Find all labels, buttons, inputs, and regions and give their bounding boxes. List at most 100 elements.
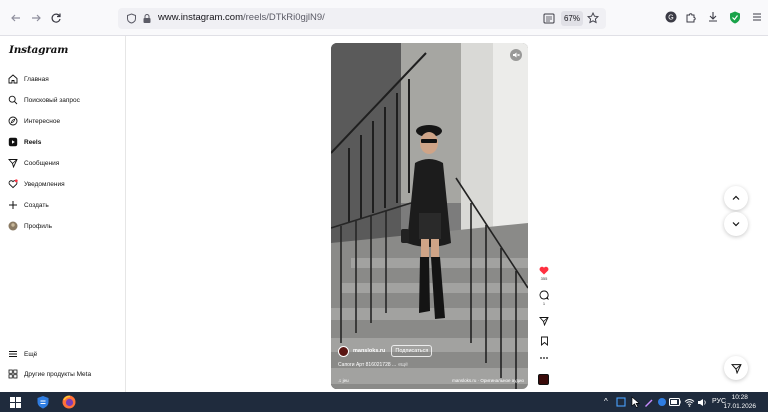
compass-icon bbox=[8, 116, 18, 126]
caption-more-link[interactable]: ещё bbox=[398, 362, 408, 368]
instagram-logo[interactable]: Instagram bbox=[9, 44, 68, 56]
clock-time: 10:28 bbox=[731, 394, 748, 401]
url-path: /reels/DTkRi0gjlN9/ bbox=[243, 12, 325, 23]
sidebar-item-create[interactable]: Создать bbox=[8, 198, 49, 212]
downloads-icon[interactable] bbox=[706, 10, 720, 24]
url-text[interactable]: www.instagram.com/reels/DTkRi0gjlN9/ bbox=[158, 12, 325, 23]
app-shield-icon[interactable] bbox=[36, 395, 50, 409]
lock-icon[interactable] bbox=[142, 13, 152, 24]
audio-left-label: jeu bbox=[342, 378, 349, 383]
wifi-icon[interactable] bbox=[682, 395, 696, 409]
forward-button[interactable] bbox=[28, 10, 44, 26]
mute-button[interactable] bbox=[510, 49, 522, 61]
sidebar-item-reels[interactable]: Reels bbox=[8, 135, 41, 149]
system-clock[interactable]: 10:28 17.01.2026 bbox=[723, 393, 756, 411]
reel-caption: Сапоги Арт 816021728 ... ещё bbox=[338, 362, 408, 368]
url-domain: www.instagram.com bbox=[158, 12, 243, 23]
like-button[interactable]: 355 bbox=[537, 266, 551, 281]
adblock-shield-icon[interactable] bbox=[728, 10, 742, 24]
messages-icon bbox=[8, 158, 18, 168]
heart-filled-icon bbox=[539, 266, 549, 275]
volume-icon[interactable] bbox=[695, 395, 709, 409]
share-icon bbox=[539, 317, 549, 326]
app-menu-icon[interactable] bbox=[750, 10, 764, 24]
reel-author: mansloks.ru Подписаться bbox=[338, 345, 433, 357]
back-arrow-icon bbox=[11, 14, 20, 22]
chevron-up-icon bbox=[732, 195, 740, 200]
account-icon[interactable]: G bbox=[664, 10, 678, 24]
forward-arrow-icon bbox=[32, 14, 41, 22]
svg-text:G: G bbox=[668, 15, 673, 22]
subscribe-button[interactable]: Подписаться bbox=[391, 345, 433, 357]
audio-thumbnail[interactable] bbox=[538, 374, 549, 385]
plus-icon bbox=[8, 200, 18, 210]
share-button[interactable] bbox=[537, 316, 551, 326]
tray-overflow-icon[interactable]: ^ bbox=[604, 397, 608, 406]
extensions-puzzle-icon[interactable] bbox=[684, 10, 698, 24]
reload-button[interactable] bbox=[48, 10, 64, 26]
heart-icon bbox=[8, 179, 18, 189]
reels-icon bbox=[8, 137, 18, 147]
sidebar-item-home[interactable]: Главная bbox=[8, 72, 49, 86]
sidebar-item-meta-products[interactable]: Другие продукты Meta bbox=[8, 367, 91, 381]
bookmark-star-icon[interactable] bbox=[587, 12, 599, 24]
grid-icon bbox=[8, 369, 18, 379]
audio-info: ♫ jeu mansloks.ru · Оригинальное аудио bbox=[338, 378, 524, 383]
send-icon bbox=[730, 363, 742, 374]
profile-avatar bbox=[8, 221, 18, 231]
sidebar-item-label: Создать bbox=[24, 201, 49, 209]
shield-icon[interactable] bbox=[126, 13, 137, 24]
sidebar-item-more[interactable]: Ещё bbox=[8, 347, 37, 361]
comment-icon bbox=[539, 290, 549, 300]
address-bar[interactable]: www.instagram.com/reels/DTkRi0gjlN9/ 67% bbox=[118, 8, 606, 29]
reload-icon bbox=[51, 13, 61, 23]
previous-reel-button[interactable] bbox=[724, 186, 748, 210]
author-avatar[interactable] bbox=[338, 345, 349, 357]
clock-date: 17.01.2026 bbox=[723, 403, 756, 410]
sidebar-item-notifications[interactable]: Уведомления bbox=[8, 177, 65, 191]
save-button[interactable] bbox=[537, 336, 551, 346]
home-icon bbox=[8, 74, 18, 84]
sidebar: Instagram Главная Поисковый запрос Интер… bbox=[0, 36, 126, 392]
windows-taskbar: ^ РУС 10:28 17.01.2026 bbox=[0, 392, 768, 412]
audio-title[interactable]: mansloks.ru · Оригинальное аудио bbox=[452, 378, 524, 383]
chevron-down-icon bbox=[732, 222, 740, 227]
reader-view-icon[interactable] bbox=[543, 13, 555, 24]
zoom-level[interactable]: 67% bbox=[561, 11, 583, 26]
sidebar-item-label: Сообщения bbox=[24, 159, 60, 167]
sidebar-item-label: Уведомления bbox=[24, 180, 65, 188]
more-options-button[interactable] bbox=[537, 356, 551, 360]
author-name[interactable]: mansloks.ru bbox=[353, 348, 385, 354]
bookmark-icon bbox=[540, 336, 548, 346]
sidebar-item-profile[interactable]: Профиль bbox=[8, 219, 52, 233]
comment-count: 1 bbox=[542, 301, 546, 306]
sidebar-item-explore[interactable]: Интересное bbox=[8, 114, 60, 128]
muted-speaker-icon bbox=[513, 52, 520, 58]
comment-button[interactable]: 1 bbox=[537, 290, 551, 306]
reel-video[interactable]: mansloks.ru Подписаться Сапоги Арт 81602… bbox=[331, 43, 528, 389]
battery-icon[interactable] bbox=[668, 395, 682, 409]
like-count: 355 bbox=[540, 276, 548, 281]
back-button[interactable] bbox=[8, 10, 24, 26]
reel-video-frame bbox=[331, 43, 528, 389]
search-icon bbox=[8, 95, 18, 105]
tray-snip-icon[interactable] bbox=[614, 395, 628, 409]
hamburger-icon bbox=[8, 349, 18, 359]
sidebar-item-messages[interactable]: Сообщения bbox=[8, 156, 59, 170]
more-dots-icon bbox=[540, 357, 548, 359]
sidebar-item-label: Главная bbox=[24, 75, 49, 83]
caption-text: Сапоги Арт 816021728 ... bbox=[338, 362, 397, 368]
sidebar-item-search[interactable]: Поисковый запрос bbox=[8, 93, 80, 107]
messages-floating-button[interactable] bbox=[724, 356, 748, 380]
tray-pen-icon[interactable] bbox=[642, 395, 656, 409]
windows-start-icon[interactable] bbox=[8, 395, 22, 409]
tray-app-icon[interactable] bbox=[655, 395, 669, 409]
browser-toolbar: www.instagram.com/reels/DTkRi0gjlN9/ 67%… bbox=[0, 0, 768, 36]
sidebar-item-label: Reels bbox=[24, 138, 42, 146]
reels-feed: mansloks.ru Подписаться Сапоги Арт 81602… bbox=[127, 36, 768, 392]
sidebar-item-label: Профиль bbox=[24, 222, 53, 230]
audio-left[interactable]: ♫ jeu bbox=[338, 378, 349, 383]
mouse-cursor-icon bbox=[628, 395, 642, 409]
firefox-icon[interactable] bbox=[62, 395, 76, 409]
next-reel-button[interactable] bbox=[724, 212, 748, 236]
